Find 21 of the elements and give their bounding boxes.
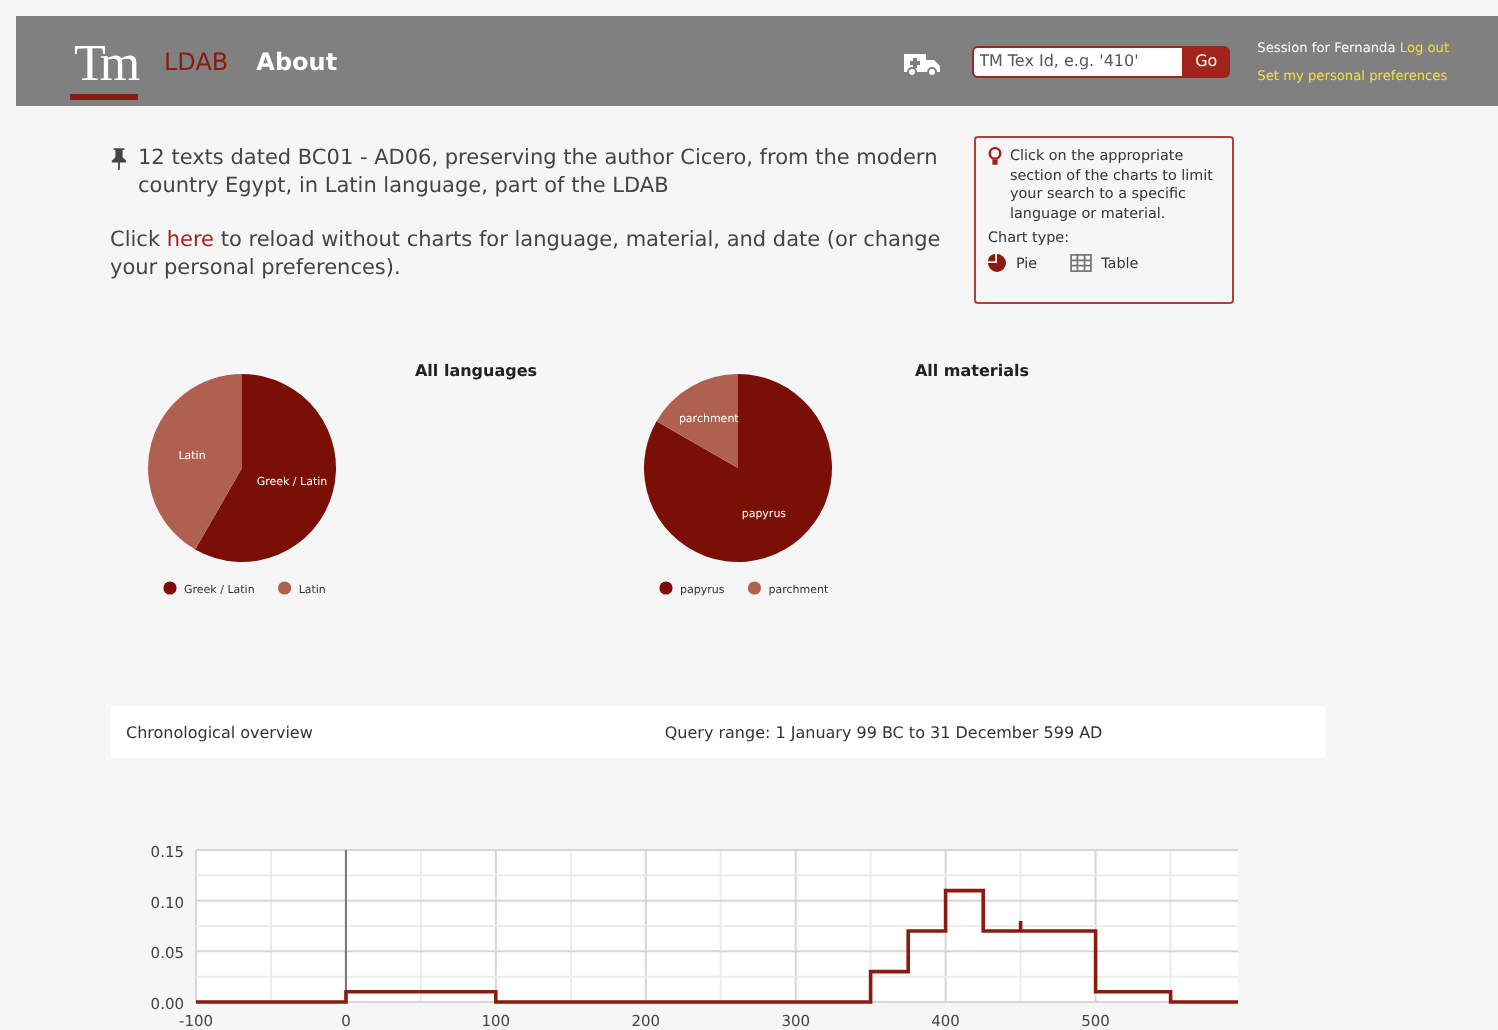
- pie-slice[interactable]: [656, 374, 738, 468]
- nav-link[interactable]: About: [256, 47, 338, 75]
- pie-slice[interactable]: [148, 374, 242, 550]
- summary-text: 12 texts dated BC01 - AD06, preserving the author Cicero, from the modern country Egypt, in Latin language, part of the LDAB: [138, 144, 940, 200]
- chronology-title: Chronological overview: [126, 723, 313, 741]
- search-field[interactable]: TM Tex Id, e.g. '410': [971, 45, 1184, 77]
- pie-slice[interactable]: [644, 374, 832, 562]
- lightbulb-icon: [988, 146, 1002, 166]
- legend-dot: [163, 581, 177, 595]
- logo[interactable]: Tm: [68, 21, 140, 101]
- chart-title: All materials: [914, 362, 1030, 380]
- query-range: Query range: 1 January 99 BC to 31 December 599 AD: [664, 723, 1103, 741]
- chart-title: All languages: [414, 362, 538, 380]
- legend-dot: [278, 581, 292, 595]
- reload-link[interactable]: here: [166, 228, 215, 252]
- go-button[interactable]: Go: [1183, 45, 1230, 77]
- pin-icon: [110, 148, 128, 170]
- nav-link[interactable]: LDAB: [164, 47, 229, 75]
- legend-dot: [659, 581, 673, 595]
- legend-dot: [747, 581, 762, 595]
- reload-text: Click here to reload without charts for language, material, and date (or change your personal preferences).: [110, 226, 943, 282]
